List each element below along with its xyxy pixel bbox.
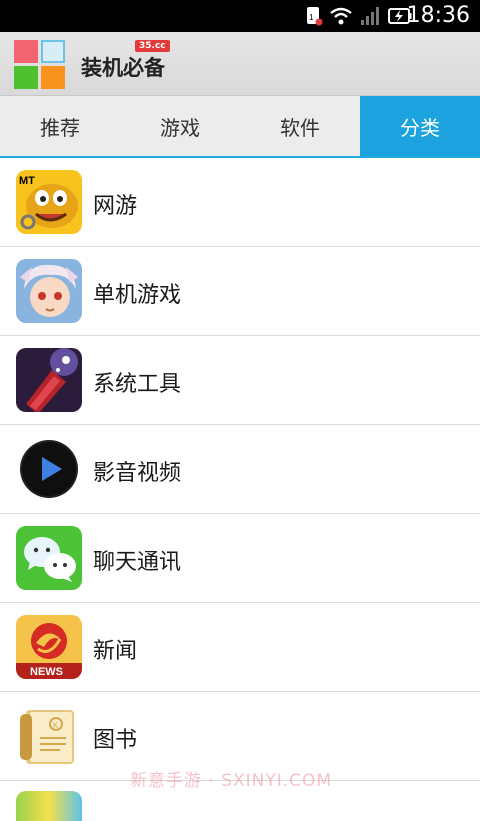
- tab-categories[interactable]: 分类: [360, 96, 480, 156]
- signal-icon: [361, 7, 379, 25]
- app-icon: [16, 791, 82, 821]
- category-item-chat-communication[interactable]: 聊天通讯: [0, 514, 480, 603]
- sim-icon: 1: [307, 7, 323, 26]
- category-label: 影音视频: [93, 461, 182, 486]
- tab-games[interactable]: 游戏: [120, 96, 240, 156]
- flashlight-icon: [16, 348, 82, 412]
- category-label: 网游: [93, 194, 138, 219]
- category-label: 图书: [93, 728, 138, 753]
- app-logo-icon: [14, 40, 66, 90]
- site-badge: 35.cc: [135, 40, 170, 52]
- play-icon: [16, 437, 82, 501]
- category-item-news[interactable]: NEWS 新闻: [0, 603, 480, 692]
- category-item-single-player-games[interactable]: 单机游戏: [0, 247, 480, 336]
- status-time: 18:36: [406, 3, 470, 28]
- category-item-video-audio[interactable]: 影音视频: [0, 425, 480, 514]
- news-icon: NEWS: [16, 615, 82, 679]
- svg-text:1: 1: [309, 13, 314, 22]
- wechat-icon: [16, 526, 82, 590]
- category-label: 新闻: [93, 639, 138, 664]
- book-icon: K: [16, 704, 82, 768]
- tab-bar: 推荐 游戏 软件 分类: [0, 96, 480, 158]
- svg-text:NEWS: NEWS: [30, 666, 63, 678]
- wifi-icon: [330, 7, 352, 25]
- category-item-system-tools[interactable]: 系统工具: [0, 336, 480, 425]
- svg-text:K: K: [53, 721, 59, 730]
- tab-software[interactable]: 软件: [240, 96, 360, 156]
- category-label: 系统工具: [93, 372, 182, 397]
- category-label: 聊天通讯: [93, 550, 182, 575]
- app-header: 装机必备 35.cc: [0, 32, 480, 96]
- category-label: 单机游戏: [93, 283, 182, 308]
- status-bar: 1 18:36: [0, 0, 480, 32]
- monster-game-icon: MT: [16, 170, 82, 234]
- tab-recommended[interactable]: 推荐: [0, 96, 120, 156]
- category-list: MT 网游 单机游戏 系统工具 影音视频 聊天通讯 NEWS 新闻 K 图书: [0, 158, 480, 821]
- app-title: 装机必备: [81, 56, 165, 80]
- anime-character-icon: [16, 259, 82, 323]
- category-item-online-games[interactable]: MT 网游: [0, 158, 480, 247]
- svg-text:MT: MT: [19, 175, 35, 187]
- watermark: 新意手游 · SXINYI.COM: [130, 771, 333, 791]
